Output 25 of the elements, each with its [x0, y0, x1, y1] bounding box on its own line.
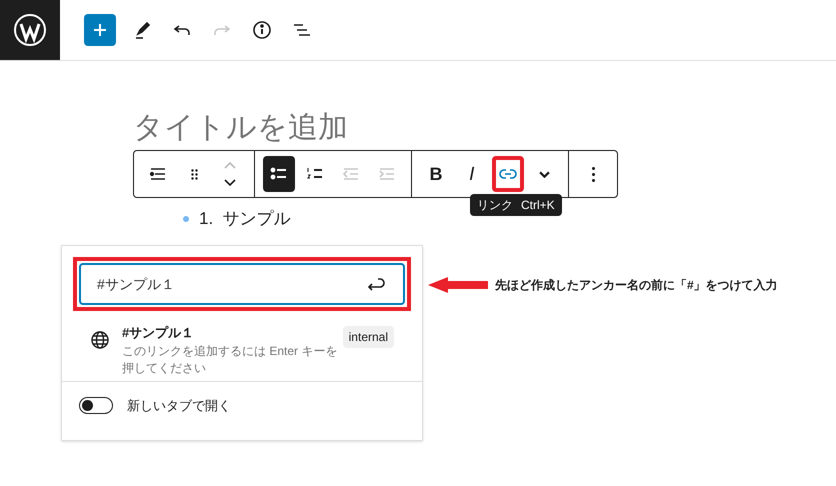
- globe-icon: [90, 330, 110, 350]
- link-input-field[interactable]: #サンプル１: [79, 263, 405, 305]
- shortcut-text: Ctrl+K: [521, 197, 555, 214]
- tooltip-label: リンク: [477, 197, 513, 214]
- title-placeholder[interactable]: タイトルを追加: [133, 109, 348, 147]
- bold-button[interactable]: B: [420, 156, 452, 192]
- italic-button[interactable]: I: [456, 156, 488, 192]
- suggestion-hint: このリンクを追加するには Enter キーを押してください: [122, 342, 338, 376]
- add-block-button[interactable]: [84, 14, 116, 46]
- annotation-arrow-icon: [428, 276, 488, 294]
- chevron-down-icon: [538, 170, 550, 178]
- more-options-icon: [592, 166, 594, 182]
- info-icon: [250, 18, 274, 42]
- drag-handle-icon: [190, 168, 198, 180]
- plus-icon: [91, 21, 109, 39]
- toggle-label: 新しいタブで開く: [127, 397, 231, 415]
- internal-tag: internal: [342, 326, 394, 348]
- format-button[interactable]: [263, 156, 295, 192]
- wordpress-logo-icon: [13, 13, 47, 47]
- list-item-text[interactable]: 1. サンプル: [199, 206, 291, 232]
- annotation-text: 先ほど作成したアンカー名の前に「#」をつけて入力: [495, 277, 778, 294]
- link-suggestion[interactable]: #サンプル１ このリンクを追加するには Enter キーを押してください internal: [62, 311, 422, 379]
- suggestion-title: #サンプル１: [122, 324, 196, 342]
- wordpress-logo[interactable]: [0, 0, 60, 60]
- new-tab-toggle[interactable]: [79, 397, 113, 414]
